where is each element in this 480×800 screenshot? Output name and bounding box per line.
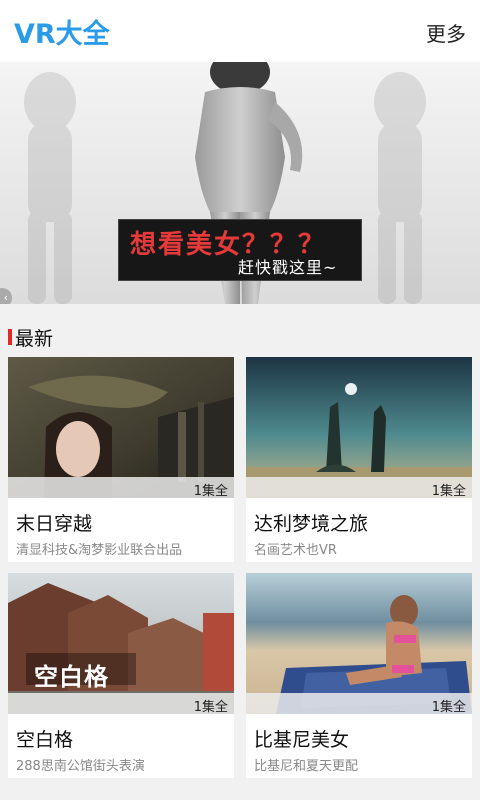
thumbnail-text: 空白格 <box>34 663 109 691</box>
more-button[interactable]: 更多 <box>426 18 466 47</box>
card-title: 末日穿越 <box>16 513 93 535</box>
card-description: 清显科技&淘梦影业联合出品 <box>16 543 183 558</box>
section-title-latest: 最新 <box>15 328 54 350</box>
section-marker <box>8 329 12 345</box>
app-title: VR大全 <box>14 19 110 50</box>
video-card[interactable]: 1集全 比基尼美女 比基尼和夏天更配 <box>246 573 472 778</box>
banner-subline: 赶快戳这里~ <box>238 258 338 277</box>
card-description: 288思南公馆街头表演 <box>16 759 145 774</box>
video-card[interactable]: 1集全 达利梦境之旅 名画艺术也VR <box>246 357 472 562</box>
episode-badge: 1集全 <box>193 700 228 715</box>
top-bar: VR大全 更多 <box>0 0 480 62</box>
card-description: 名画艺术也VR <box>254 543 337 558</box>
card-title: 达利梦境之旅 <box>254 513 369 535</box>
card-title: 空白格 <box>16 729 74 751</box>
episode-badge: 1集全 <box>193 484 228 499</box>
episode-badge: 1集全 <box>431 484 466 499</box>
card-title: 比基尼美女 <box>254 729 350 751</box>
episode-badge: 1集全 <box>431 700 466 715</box>
video-card[interactable]: 空白格 1集全 空白格 288思南公馆街头表演 <box>8 573 234 778</box>
card-description: 比基尼和夏天更配 <box>254 759 359 774</box>
video-card[interactable]: 1集全 末日穿越 清显科技&淘梦影业联合出品 <box>8 357 234 562</box>
promo-banner[interactable]: 想看美女？？？ 赶快戳这里~ ‹ <box>0 62 480 304</box>
